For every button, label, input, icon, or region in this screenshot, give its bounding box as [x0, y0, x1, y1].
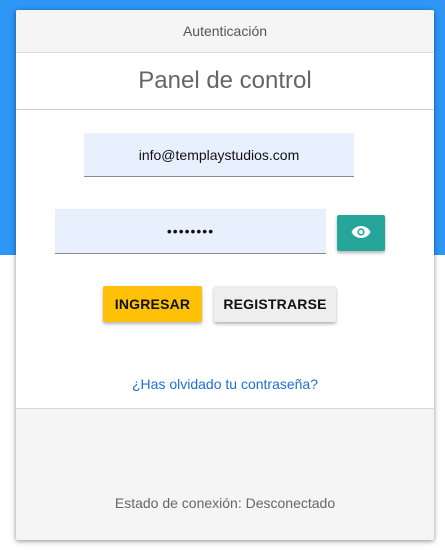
login-button[interactable]: INGRESAR: [103, 286, 202, 322]
forgot-password-link[interactable]: ¿Has olvidado tu contraseña?: [16, 376, 434, 392]
connection-status: Estado de conexión: Desconectado: [114, 495, 336, 511]
eye-icon: [351, 225, 371, 242]
card-header-title: Autenticación: [182, 23, 268, 39]
page-title: Panel de control: [16, 53, 434, 110]
auth-card: Autenticación Panel de control INGRESAR …: [16, 10, 434, 540]
register-button[interactable]: REGISTRARSE: [214, 286, 336, 322]
card-footer: Estado de conexión: Desconectado: [16, 408, 434, 540]
show-password-button[interactable]: [337, 215, 385, 251]
email-field[interactable]: [84, 133, 354, 177]
card-header: Autenticación: [16, 10, 434, 53]
password-field[interactable]: [55, 209, 326, 254]
